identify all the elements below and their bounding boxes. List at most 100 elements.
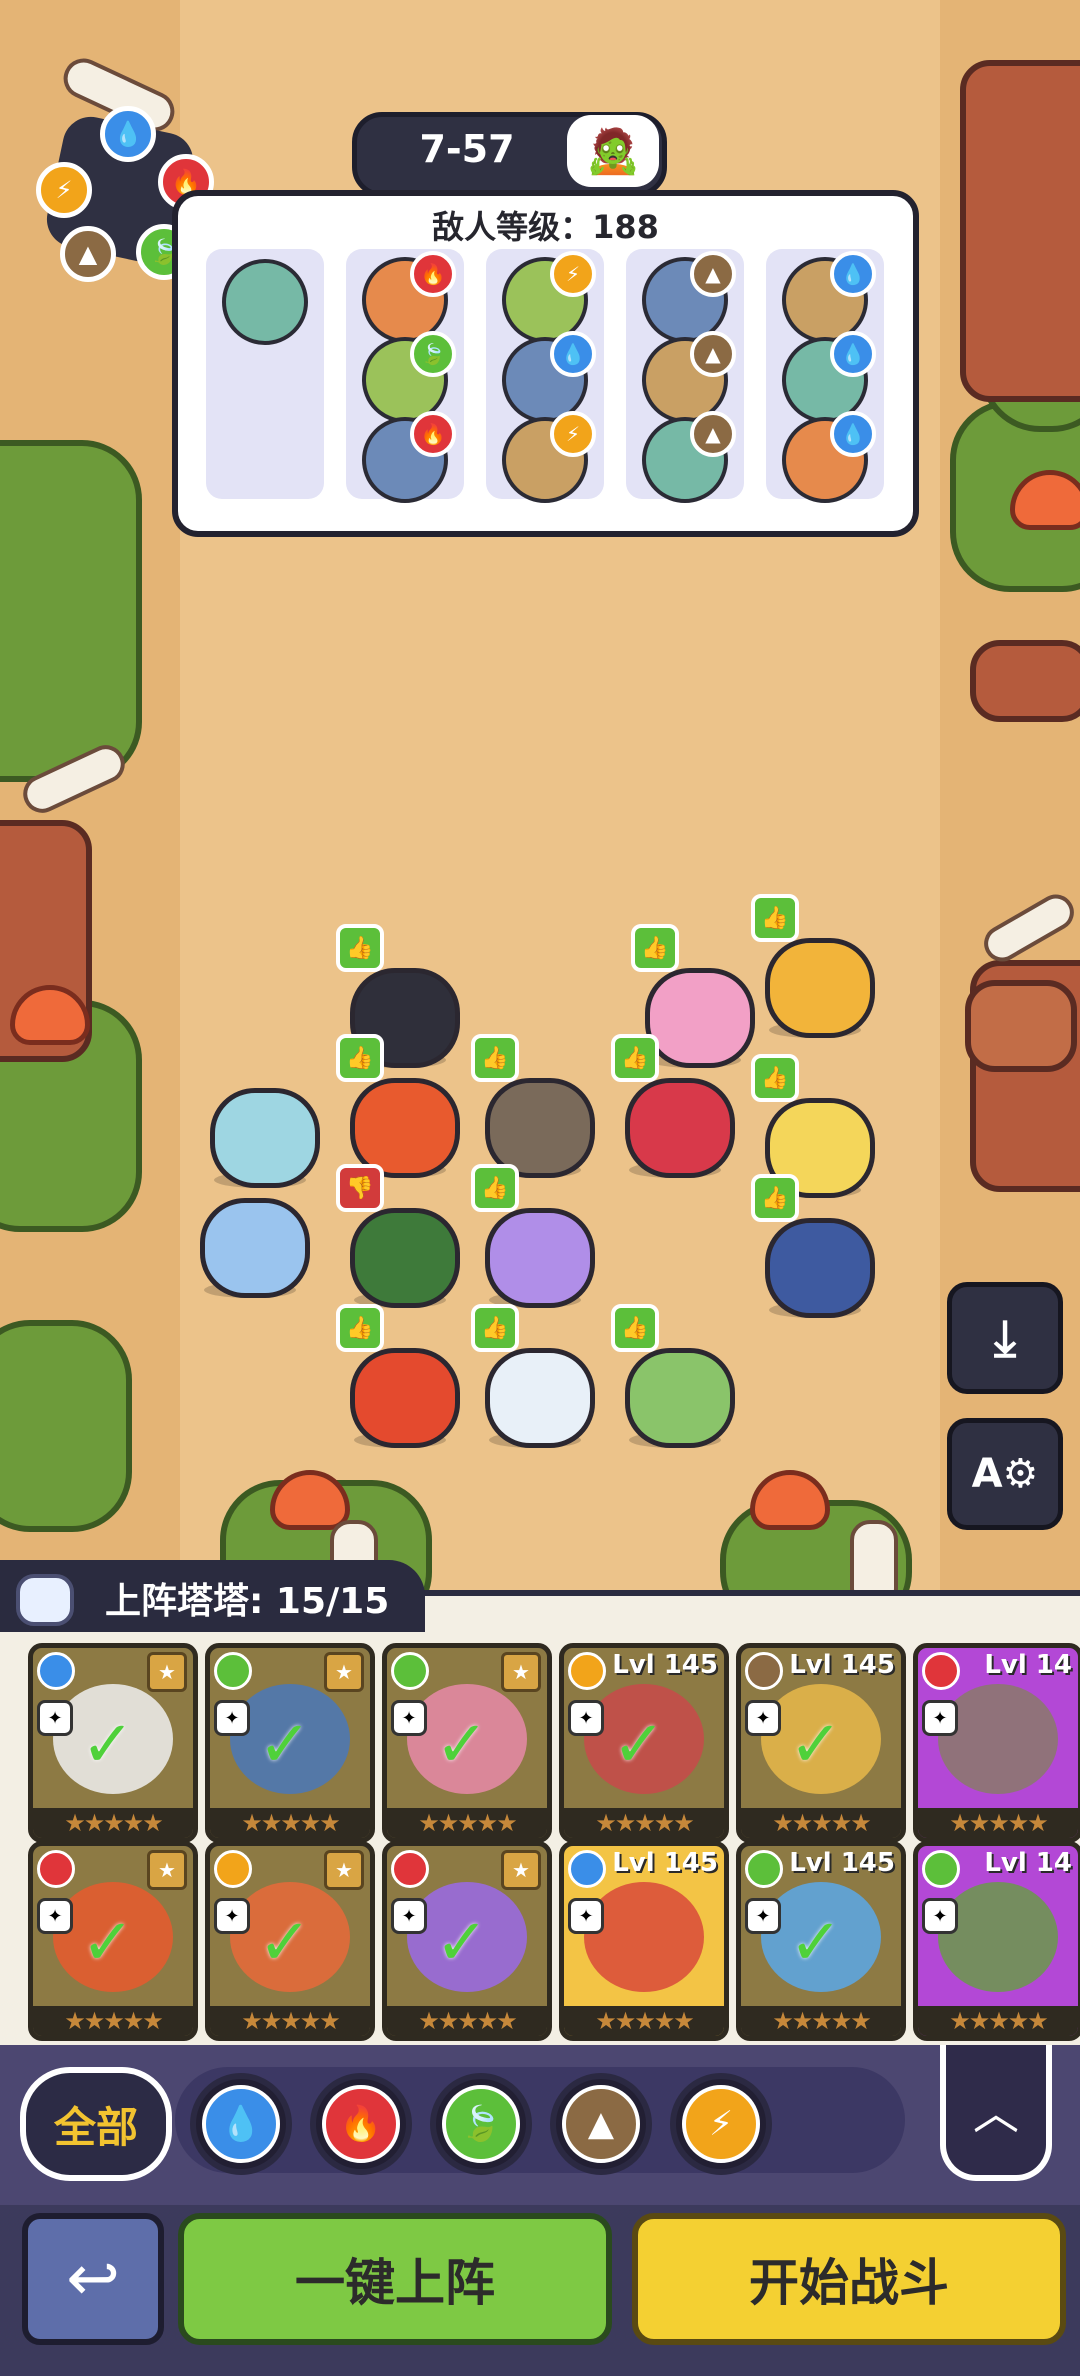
hero-unit[interactable] [340, 1340, 460, 1450]
filter-grass-button[interactable]: 🍃 [430, 2073, 532, 2175]
grass-icon [214, 1652, 252, 1690]
zombie-question-icon[interactable]: 🧟 [567, 115, 659, 187]
expand-roster-button[interactable]: ︿ [940, 2045, 1052, 2181]
card-level: Lvl 14 [984, 1848, 1072, 1878]
star-upgrade-icon: ★ [324, 1652, 364, 1692]
hero-sprite [645, 968, 755, 1068]
hero-card[interactable]: ✦ ★ ★★★★★ ✓ [382, 1643, 552, 1843]
lightning-icon [568, 1652, 606, 1690]
star-rating: ★★★★★ [741, 1808, 901, 1838]
fire-icon: 🔥 [322, 2085, 400, 2163]
fire-icon [37, 1850, 75, 1888]
chevron-up-icon: ︿ [973, 2086, 1019, 2140]
hero-unit[interactable] [615, 1070, 735, 1180]
hero-unit[interactable] [475, 1340, 595, 1450]
auto-settings-button[interactable]: A⚙ [947, 1418, 1063, 1530]
enemy-level-text: 敌人等级：188 [432, 208, 659, 246]
enemy-wave-column [206, 249, 324, 499]
filter-water-button[interactable]: 💧 [190, 2073, 292, 2175]
hero-card[interactable]: ✦ ★ ★★★★★ ✓ [28, 1841, 198, 2041]
rock-decoration [960, 60, 1080, 402]
filter-all-button[interactable]: 全部 [20, 2067, 172, 2181]
auto-deploy-button[interactable]: 一键上阵 [178, 2213, 612, 2345]
class-icon: ✦ [745, 1700, 781, 1736]
star-rating: ★★★★★ [564, 1808, 724, 1838]
grass-icon [922, 1850, 960, 1888]
star-upgrade-icon: ★ [501, 1850, 541, 1890]
star-rating: ★★★★★ [387, 1808, 547, 1838]
water-icon: 💧 [830, 411, 876, 457]
checkmark-icon: ✓ [258, 1708, 312, 1782]
filter-earth-button[interactable]: ▲ [550, 2073, 652, 2175]
hero-card[interactable]: ✦ Lvl 145 ★★★★★ [559, 1841, 729, 2041]
star-upgrade-icon: ★ [147, 1652, 187, 1692]
water-icon: 💧 [550, 331, 596, 377]
hero-card[interactable]: ✦ Lvl 145 ★★★★★ ✓ [736, 1841, 906, 2041]
hero-unit[interactable] [755, 930, 875, 1040]
hero-unit[interactable] [200, 1080, 320, 1190]
earth-icon: ▲ [690, 411, 736, 457]
lightning-icon: ⚡ [36, 162, 92, 218]
hero-sprite [485, 1078, 595, 1178]
hero-portrait [938, 1684, 1058, 1794]
enemy-portrait[interactable] [222, 259, 308, 345]
deployed-count: 上阵塔塔: 15/15 [105, 1581, 390, 1622]
hero-unit[interactable] [615, 1340, 735, 1450]
save-download-button[interactable]: ⤓ [947, 1282, 1063, 1394]
thumbs-up-icon: 👍 [611, 1304, 659, 1352]
hero-card[interactable]: ✦ Lvl 145 ★★★★★ ✓ [736, 1643, 906, 1843]
checkmark-icon: ✓ [789, 1906, 843, 1980]
thumbs-up-icon: 👍 [471, 1164, 519, 1212]
checkmark-icon: ✓ [612, 1708, 666, 1782]
card-level: Lvl 145 [612, 1848, 718, 1878]
hero-card[interactable]: ✦ ★ ★★★★★ ✓ [28, 1643, 198, 1843]
hero-unit[interactable] [475, 1200, 595, 1310]
hero-sprite [350, 1208, 460, 1308]
hero-card[interactable]: ✦ ★ ★★★★★ ✓ [205, 1841, 375, 2041]
card-level: Lvl 145 [612, 1650, 718, 1680]
enemy-wave-column: 💧 💧 💧 [766, 249, 884, 503]
thumbs-up-icon: 👍 [751, 1174, 799, 1222]
download-icon: ⤓ [993, 1308, 1017, 1367]
cactus-decoration [0, 440, 142, 782]
enemy-wave-column: 🔥 🍃 🔥 [346, 249, 464, 503]
lightning-icon: ⚡ [682, 2085, 760, 2163]
hero-card[interactable]: ✦ Lvl 14 ★★★★★ [913, 1841, 1080, 2041]
battlefield: 💧 🔥 🍃 ▲ ⚡ 7-57 🧟 敌人等级：188 🔥 🍃 🔥 ⚡ 💧 ⚡ ▲ ▲ ▲ 💧 💧 💧 ⤓… [0, 0, 1080, 1590]
enemy-wave-column: ▲ ▲ ▲ [626, 249, 744, 503]
bone-decoration [977, 887, 1080, 969]
fire-icon [922, 1652, 960, 1690]
filter-fire-button[interactable]: 🔥 [310, 2073, 412, 2175]
text-gear-icon: A⚙ [971, 1451, 1039, 1497]
star-rating: ★★★★★ [210, 2006, 370, 2036]
hero-unit[interactable] [755, 1210, 875, 1320]
hero-card[interactable]: ✦ ★ ★★★★★ ✓ [205, 1643, 375, 1843]
hero-card[interactable]: ✦ ★ ★★★★★ ✓ [382, 1841, 552, 2041]
stage-label: 7-57 [419, 127, 515, 171]
back-button[interactable]: ↩ [22, 2213, 164, 2345]
hero-sprite [625, 1348, 735, 1448]
element-filter-bar: 全部 ︿ 💧 🔥 🍃 ▲ ⚡ [0, 2045, 1080, 2205]
filter-lightning-button[interactable]: ⚡ [670, 2073, 772, 2175]
thumbs-up-icon: 👍 [751, 894, 799, 942]
hero-unit[interactable] [340, 1200, 460, 1310]
earth-icon: ▲ [690, 251, 736, 297]
bone-decoration [850, 1520, 898, 1590]
thumbs-up-icon: 👍 [336, 1304, 384, 1352]
fire-icon [391, 1850, 429, 1888]
grass-icon [745, 1850, 783, 1888]
hero-card[interactable]: ✦ Lvl 14 ★★★★★ [913, 1643, 1080, 1843]
star-upgrade-icon: ★ [147, 1850, 187, 1890]
start-battle-button[interactable]: 开始战斗 [632, 2213, 1066, 2345]
checkmark-icon: ✓ [789, 1708, 843, 1782]
lightning-icon: ⚡ [550, 251, 596, 297]
hero-sprite [200, 1198, 310, 1298]
earth-icon [745, 1652, 783, 1690]
rock-decoration [970, 640, 1080, 722]
hero-portrait [938, 1882, 1058, 1992]
hero-unit[interactable] [190, 1190, 310, 1300]
thumbs-up-icon: 👍 [336, 1034, 384, 1082]
thumbs-up-icon: 👍 [471, 1304, 519, 1352]
hero-card[interactable]: ✦ Lvl 145 ★★★★★ ✓ [559, 1643, 729, 1843]
hero-portrait [584, 1882, 704, 1992]
